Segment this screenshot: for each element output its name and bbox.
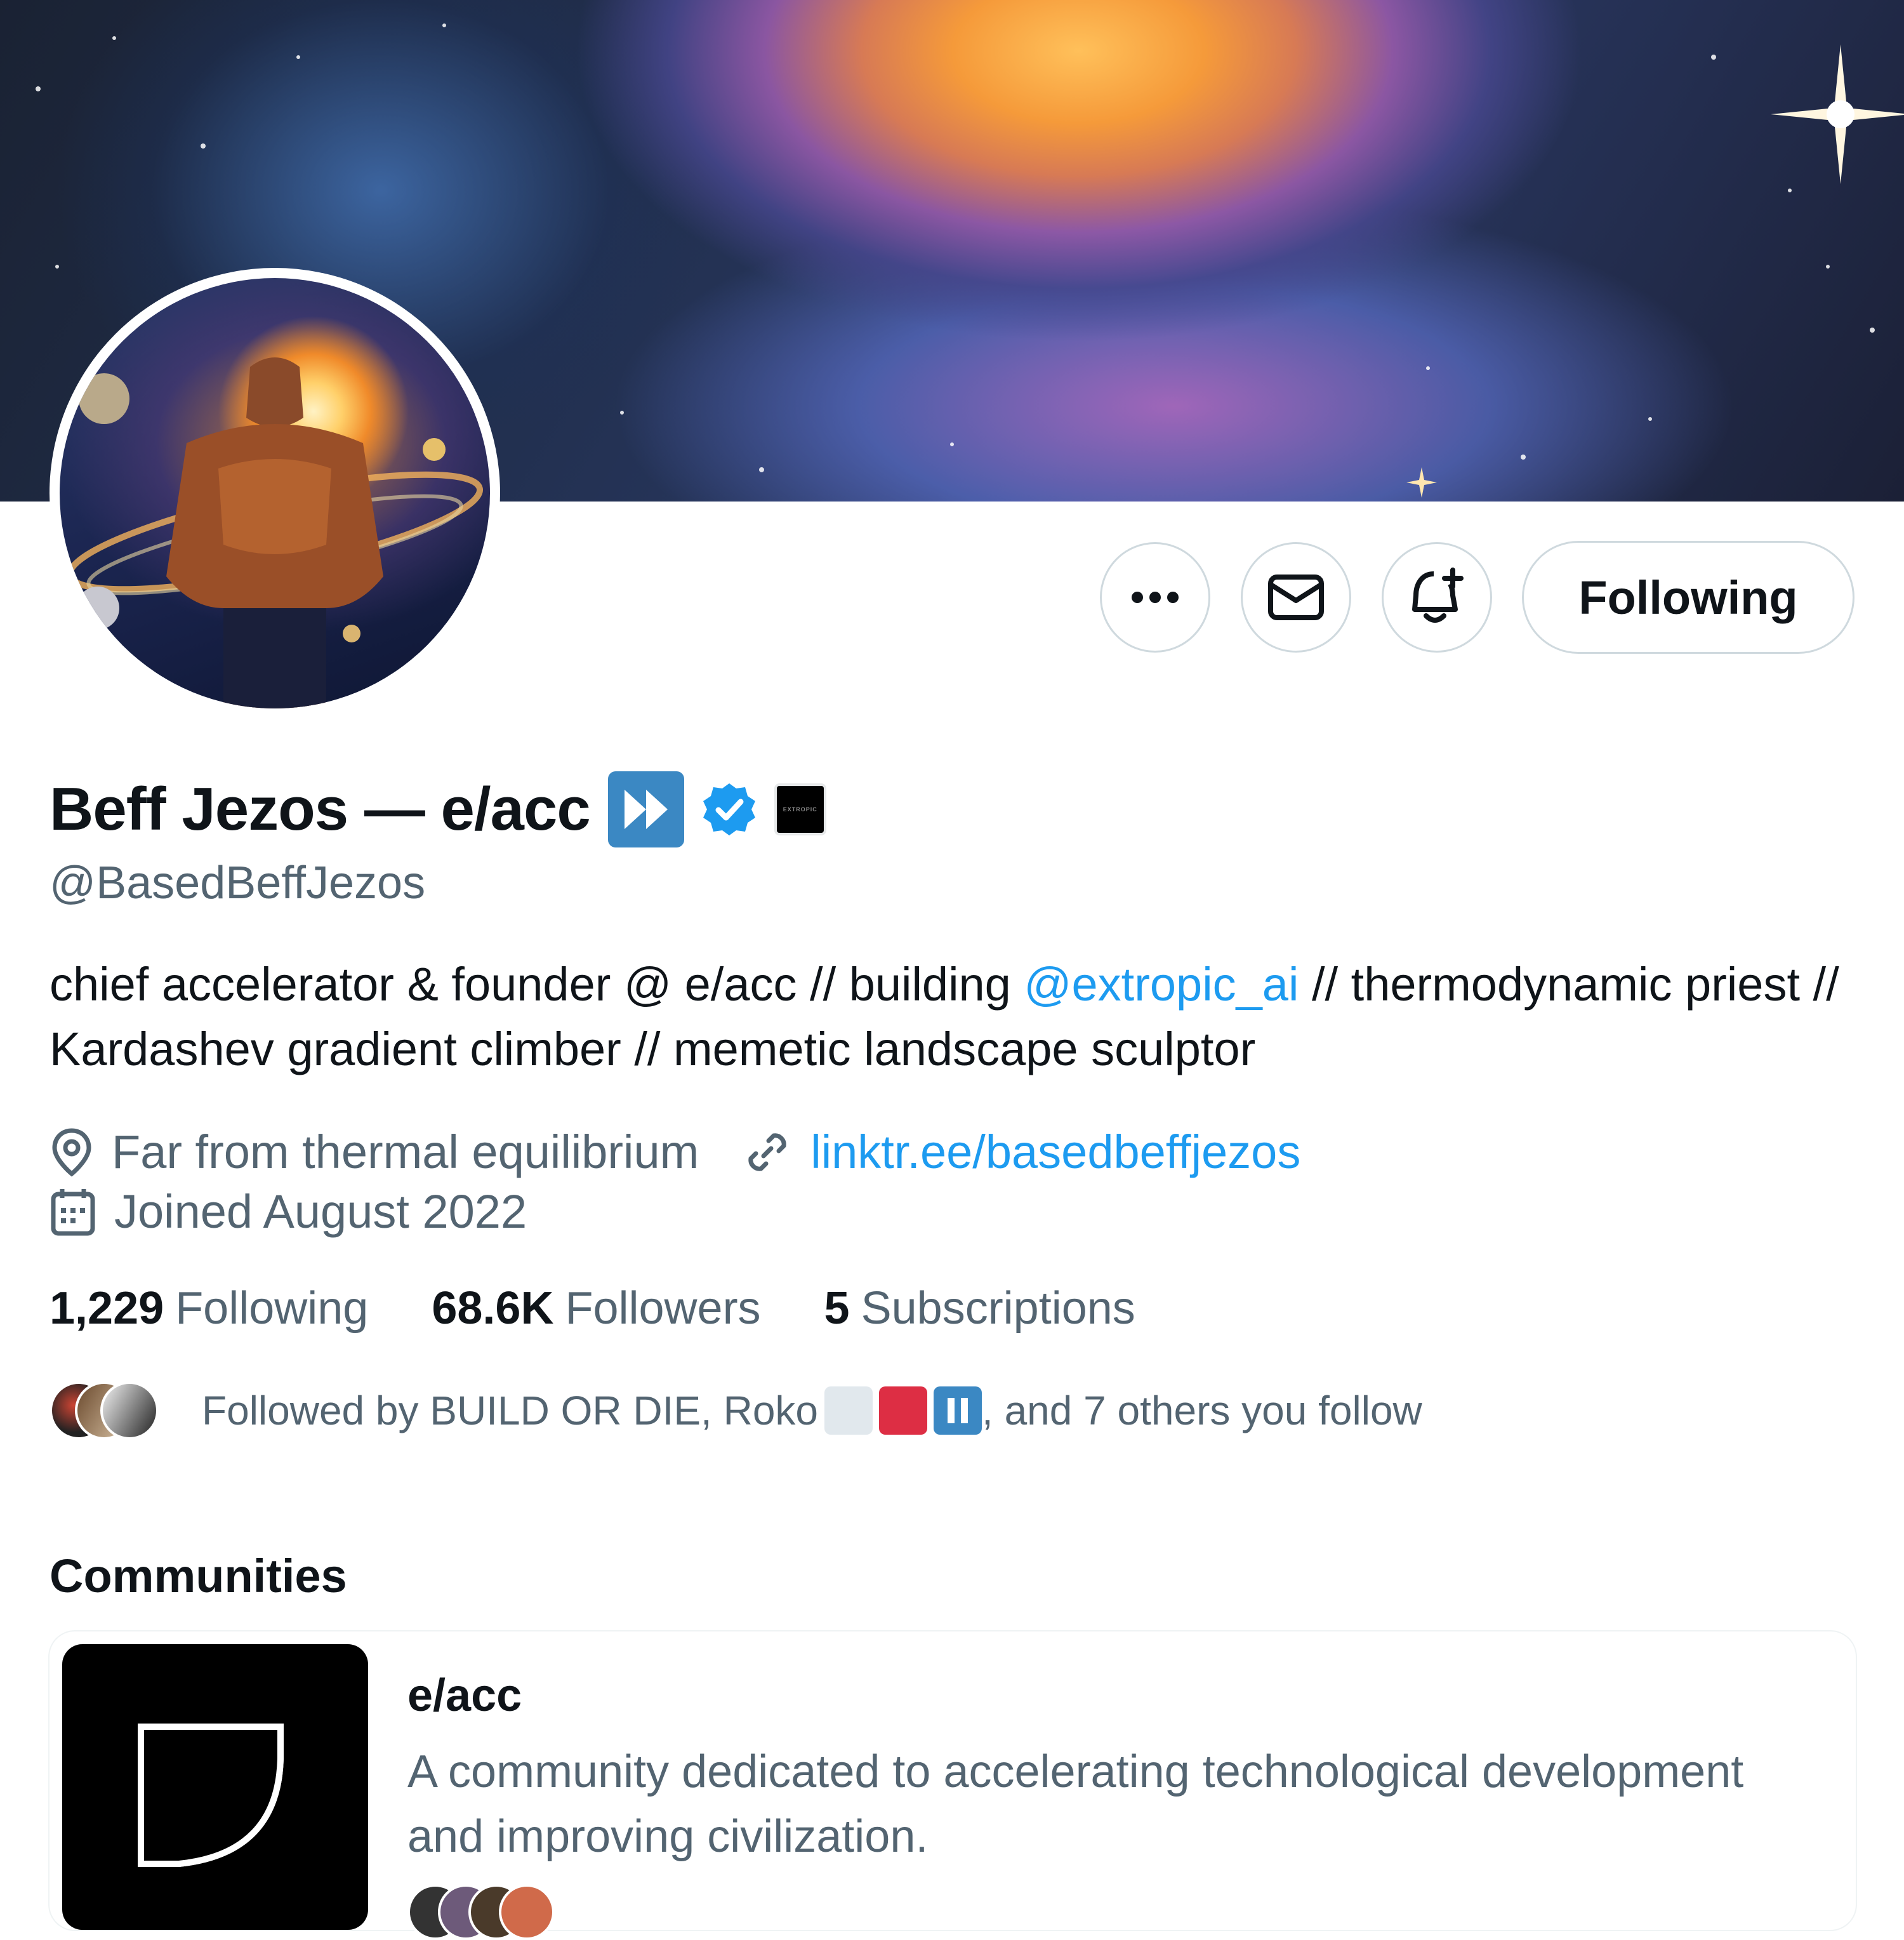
display-name: Beff Jezos — e/acc	[50, 775, 591, 843]
more-icon	[1132, 592, 1179, 603]
display-name-row: Beff Jezos — e/acc EXTROPIC	[50, 768, 826, 851]
profile-joined-date: Joined August 2022	[114, 1185, 527, 1238]
followers-count: 68.6K	[432, 1283, 554, 1334]
subscriptions-stat[interactable]: 5 Subscriptions	[824, 1282, 1135, 1334]
profile-meta-row-1: Far from thermal equilibrium linktr.ee/b…	[50, 1125, 1300, 1179]
followers-stat[interactable]: 68.6K Followers	[432, 1282, 760, 1334]
profile-handle: @BasedBeffJezos	[50, 858, 426, 908]
following-button[interactable]: Following	[1522, 541, 1854, 654]
following-stat[interactable]: 1,229 Following	[50, 1282, 368, 1334]
affiliation-badge[interactable]: EXTROPIC	[774, 783, 826, 835]
avatar-image	[60, 278, 490, 708]
followed-by-row[interactable]: Followed by BUILD OR DIE, Roko , and 7 o…	[50, 1381, 1422, 1440]
bell-plus-icon	[1412, 568, 1464, 623]
subscriptions-label: Subscriptions	[861, 1283, 1135, 1334]
bio-mention-link[interactable]: @extropic_ai	[1024, 958, 1299, 1011]
profile-avatar[interactable]	[50, 268, 500, 719]
envelope-icon	[1268, 575, 1324, 620]
profile-website-link[interactable]: linktr.ee/basedbeffjezos	[810, 1125, 1300, 1179]
profile-location: Far from thermal equilibrium	[112, 1126, 699, 1178]
bio-text-start: chief accelerator & founder @ e/acc // b…	[50, 958, 1024, 1011]
calendar-icon	[50, 1186, 96, 1237]
profile-bio: chief accelerator & founder @ e/acc // b…	[50, 952, 1865, 1082]
link-icon	[742, 1127, 793, 1178]
verified-badge-icon[interactable]	[701, 781, 758, 838]
eacc-logo-icon	[138, 1724, 284, 1867]
following-label: Following	[175, 1283, 369, 1334]
community-member-avatars	[407, 1884, 555, 1940]
followed-by-text-start: Followed by BUILD OR DIE, Roko	[202, 1388, 818, 1433]
community-card[interactable]: e/acc A community dedicated to accelerat…	[50, 1631, 1856, 1940]
red-square-emoji-icon	[879, 1386, 927, 1435]
member-avatar	[499, 1884, 555, 1940]
fast-forward-emoji-icon	[607, 771, 684, 847]
followed-by-text-end: , and 7 others you follow	[982, 1388, 1422, 1433]
followed-by-avatars	[50, 1381, 159, 1440]
following-count: 1,229	[50, 1283, 164, 1334]
followers-label: Followers	[565, 1283, 761, 1334]
community-thumbnail	[62, 1644, 368, 1930]
profile-meta-row-2: Joined August 2022	[50, 1185, 527, 1239]
subscriptions-count: 5	[824, 1283, 850, 1334]
message-button[interactable]	[1241, 542, 1351, 653]
community-name[interactable]: e/acc	[407, 1670, 522, 1722]
more-button[interactable]	[1100, 542, 1210, 653]
affiliation-badge-text: EXTROPIC	[783, 806, 817, 813]
community-description: A community dedicated to accelerating te…	[407, 1746, 1744, 1862]
notify-button[interactable]	[1382, 542, 1492, 653]
avatar-figure	[66, 357, 484, 708]
follower-avatar	[100, 1381, 159, 1440]
communities-heading: Communities	[50, 1550, 347, 1602]
profile-stats: 1,229 Following 68.6K Followers 5 Subscript…	[50, 1282, 1199, 1334]
location-pin-icon	[50, 1127, 94, 1178]
pause-button-emoji-icon	[934, 1386, 982, 1435]
white-square-emoji-icon	[824, 1386, 873, 1435]
